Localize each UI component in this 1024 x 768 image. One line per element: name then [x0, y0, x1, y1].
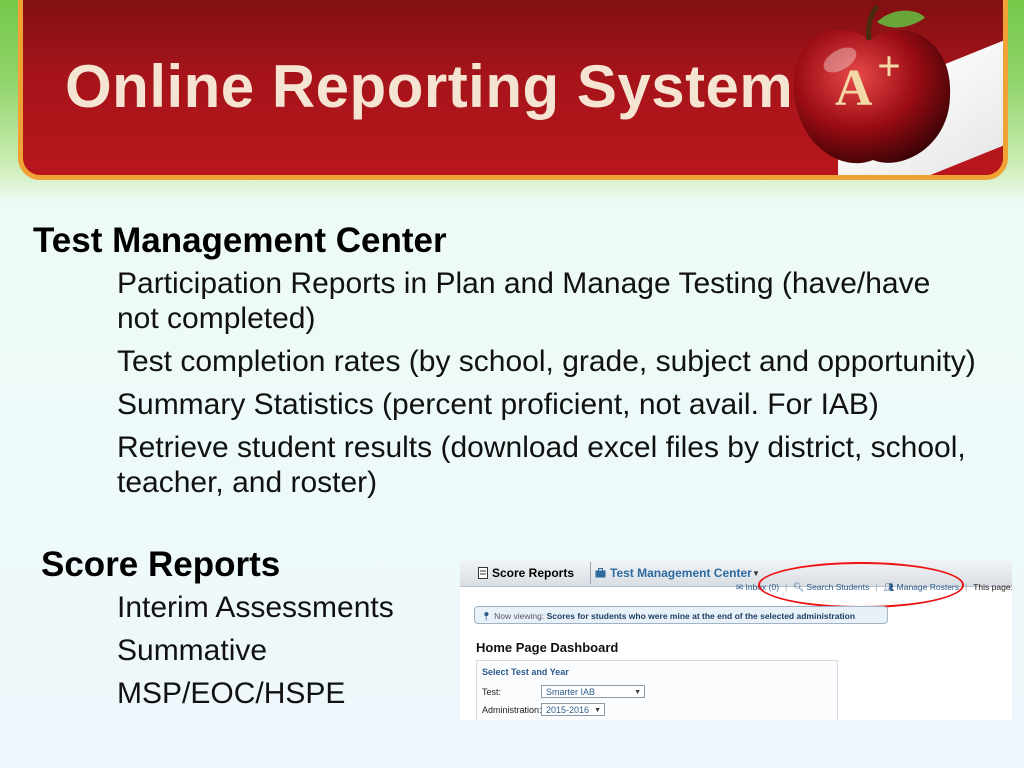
tab-score-reports[interactable]: Score Reports — [478, 562, 574, 584]
administration-select-value: 2015-2016 — [546, 705, 590, 715]
chevron-down-icon: ▼ — [634, 689, 641, 696]
list-item: Summative — [117, 634, 268, 667]
list-item: Retrieve student results (download excel… — [117, 431, 966, 499]
tmc-list: Participation Reports in Plan and Manage… — [117, 266, 977, 508]
divider: | — [965, 582, 968, 592]
list-item: Interim Assessments — [117, 591, 394, 624]
chevron-down-icon[interactable]: ▼ — [752, 569, 760, 578]
tab-test-management-center[interactable]: Test Management Center — [590, 562, 752, 584]
title-banner: Online Reporting System A + — [18, 0, 1008, 180]
now-viewing-banner: 📍︎ Now viewing: Scores for students who … — [474, 606, 888, 624]
section-heading-score-reports: Score Reports — [41, 545, 281, 584]
dashboard-title: Home Page Dashboard — [476, 640, 619, 655]
select-test-form: Select Test and Year Test: Smarter IAB ▼… — [476, 660, 838, 720]
briefcase-icon — [595, 568, 606, 578]
apple-a-plus-icon: A + — [793, 4, 951, 164]
list-item: MSP/EOC/HSPE — [117, 677, 346, 710]
list-item: Test completion rates (by school, grade,… — [117, 345, 976, 378]
score-reports-screenshot: Score Reports Test Management Center ▼ ✉… — [460, 560, 1012, 720]
now-viewing-text: Scores for students who were mine at the… — [546, 611, 856, 621]
slide-title: Online Reporting System — [65, 53, 794, 120]
svg-text:+: + — [877, 44, 901, 90]
document-icon — [478, 567, 488, 579]
svg-text:A: A — [835, 60, 873, 117]
test-label: Test: — [482, 687, 502, 697]
this-page-label: This page: — [973, 582, 1012, 592]
list-item: Participation Reports in Plan and Manage… — [117, 267, 931, 335]
section-heading-tmc: Test Management Center — [33, 221, 447, 260]
administration-label: Administration: — [482, 705, 542, 715]
tab-label: Score Reports — [492, 566, 575, 580]
map-pin-icon: 📍︎ — [481, 611, 492, 621]
administration-select[interactable]: 2015-2016 ▼ — [541, 703, 605, 716]
test-select-value: Smarter IAB — [546, 687, 596, 697]
form-heading: Select Test and Year — [482, 667, 569, 677]
chevron-down-icon: ▼ — [594, 707, 601, 714]
list-item: Summary Statistics (percent proficient, … — [117, 388, 879, 421]
now-viewing-label: Now viewing: — [494, 611, 545, 621]
test-select[interactable]: Smarter IAB ▼ — [541, 685, 645, 698]
red-highlight-circle — [758, 562, 964, 608]
tab-label: Test Management Center — [610, 566, 752, 580]
score-reports-list: Interim Assessments Summative MSP/EOC/HS… — [117, 590, 447, 719]
